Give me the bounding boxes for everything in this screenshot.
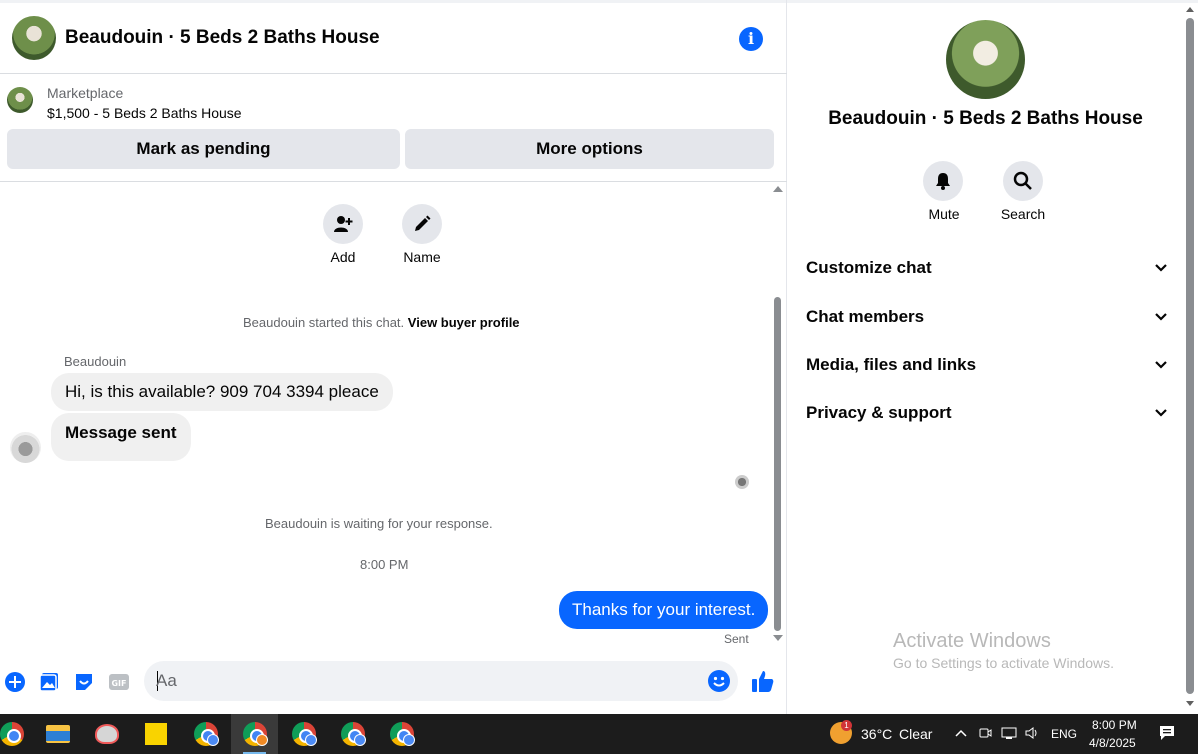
message-list: Add Name Beaudouin started this chat. Vi… — [0, 182, 786, 656]
photo-icon[interactable] — [37, 670, 61, 694]
marketplace-label: Marketplace — [47, 85, 124, 101]
scroll-down-arrow-icon[interactable] — [773, 635, 783, 641]
chat-pane: Beaudouin · 5 Beds 2 Baths House i Marke… — [0, 0, 787, 714]
rename-button[interactable] — [402, 204, 442, 244]
listing-thumbnail[interactable] — [7, 87, 33, 113]
taskbar-file-explorer-icon[interactable] — [34, 714, 81, 754]
view-buyer-profile-link[interactable]: View buyer profile — [408, 315, 520, 330]
search-label: Search — [1000, 206, 1046, 222]
message-status: Sent — [724, 632, 749, 646]
page-scroll-up-arrow-icon[interactable] — [1186, 7, 1194, 12]
section-privacy-support[interactable]: Privacy & support — [806, 395, 1168, 431]
sticker-icon[interactable] — [72, 670, 96, 694]
add-person-button[interactable] — [323, 204, 363, 244]
chat-started-notice: Beaudouin started this chat. View buyer … — [243, 315, 520, 330]
like-icon[interactable] — [750, 668, 776, 694]
info-avatar[interactable] — [946, 20, 1025, 99]
listing-title[interactable]: $1,500 - 5 Beds 2 Baths House — [47, 105, 242, 121]
chevron-down-icon — [1155, 361, 1167, 369]
chat-scrollbar[interactable] — [772, 182, 784, 648]
chevron-down-icon — [1155, 409, 1167, 417]
mark-as-pending-button[interactable]: Mark as pending — [7, 129, 400, 169]
gif-label: GIF — [111, 679, 126, 688]
scroll-up-arrow-icon[interactable] — [773, 186, 783, 192]
message-bubble-incoming[interactable]: Hi, is this available? 909 704 3394 plea… — [51, 373, 393, 411]
notifications-icon[interactable] — [1157, 724, 1177, 744]
activate-windows-subtitle: Go to Settings to activate Windows. — [893, 655, 1114, 671]
message-composer: GIF — [0, 656, 786, 708]
message-bubble-incoming[interactable]: Message sent — [51, 413, 191, 461]
more-options-button[interactable]: More options — [405, 129, 774, 169]
pencil-icon — [415, 215, 431, 231]
section-customize-chat[interactable]: Customize chat — [806, 250, 1168, 286]
taskbar-chrome-profile-icon[interactable] — [378, 714, 425, 754]
name-label: Name — [403, 249, 441, 265]
section-label: Customize chat — [806, 258, 932, 277]
section-label: Privacy & support — [806, 403, 952, 422]
chat-info-pane: Beaudouin · 5 Beds 2 Baths House Mute Se… — [788, 3, 1183, 714]
add-label: Add — [330, 249, 356, 265]
bell-icon — [936, 173, 950, 190]
scroll-thumb[interactable] — [774, 297, 781, 631]
chat-header: Beaudouin · 5 Beds 2 Baths House i — [0, 3, 787, 74]
emoji-icon[interactable] — [707, 669, 731, 693]
gif-icon[interactable]: GIF — [107, 670, 131, 694]
show-hidden-icons-chevron-icon[interactable] — [953, 726, 969, 742]
activate-windows-title: Activate Windows — [893, 630, 1051, 652]
section-media-files-links[interactable]: Media, files and links — [806, 347, 1168, 383]
message-input-box[interactable] — [144, 661, 738, 701]
page-scrollbar[interactable] — [1183, 3, 1198, 714]
message-input[interactable] — [156, 669, 696, 693]
marketplace-listing: Marketplace $1,500 - 5 Beds 2 Baths Hous… — [0, 74, 787, 182]
mute-button[interactable] — [923, 161, 963, 201]
message-bubble-outgoing[interactable]: Thanks for your interest. — [559, 591, 769, 629]
taskbar-chrome-icon[interactable] — [0, 714, 35, 754]
clock-date[interactable]: 4/8/2025 — [1089, 736, 1136, 750]
message-timestamp: 8:00 PM — [360, 557, 409, 572]
screen: Beaudouin · 5 Beds 2 Baths House i Marke… — [0, 0, 1198, 754]
taskbar-chrome-profile-icon[interactable] — [280, 714, 327, 754]
taskbar-sticky-notes-icon[interactable] — [132, 714, 179, 754]
meet-now-icon[interactable] — [977, 726, 993, 742]
chevron-down-icon — [1155, 264, 1167, 272]
language-indicator[interactable]: ENG — [1051, 727, 1077, 741]
sender-avatar[interactable] — [10, 432, 41, 463]
volume-icon[interactable] — [1024, 726, 1040, 742]
waiting-notice: Beaudouin is waiting for your response. — [265, 516, 493, 531]
chevron-down-icon — [1155, 313, 1167, 321]
clock-time[interactable]: 8:00 PM — [1092, 718, 1137, 732]
info-title: Beaudouin · 5 Beds 2 Baths House — [828, 108, 1143, 129]
chat-started-text: Beaudouin started this chat. — [243, 315, 405, 330]
sender-name: Beaudouin — [64, 354, 127, 369]
section-label: Chat members — [806, 307, 925, 326]
section-chat-members[interactable]: Chat members — [806, 299, 1168, 335]
weather-temperature[interactable]: 36°C — [861, 726, 892, 742]
taskbar-chrome-profile-icon[interactable] — [329, 714, 376, 754]
add-person-icon — [334, 216, 353, 232]
page-scroll-thumb[interactable] — [1186, 18, 1194, 694]
chat-title[interactable]: Beaudouin · 5 Beds 2 Baths House — [65, 27, 380, 49]
weather-condition[interactable]: Clear — [899, 726, 932, 742]
info-icon[interactable]: i — [739, 27, 763, 51]
network-icon[interactable] — [1001, 726, 1017, 742]
search-button[interactable] — [1003, 161, 1043, 201]
weather-badge: 1 — [841, 720, 852, 731]
section-label: Media, files and links — [806, 355, 977, 374]
windows-taskbar: 1 36°C Clear ENG 8:00 PM 4/8/2025 — [0, 714, 1198, 754]
seen-avatar — [735, 475, 749, 489]
chat-avatar[interactable] — [12, 16, 56, 60]
mute-label: Mute — [928, 206, 960, 222]
taskbar-chrome-profile-icon[interactable] — [182, 714, 229, 754]
taskbar-paint-icon[interactable] — [83, 714, 130, 754]
page-scroll-down-arrow-icon[interactable] — [1186, 701, 1194, 706]
taskbar-chrome-profile-icon[interactable] — [231, 714, 278, 754]
plus-icon[interactable] — [3, 670, 27, 694]
search-icon — [1013, 171, 1032, 190]
